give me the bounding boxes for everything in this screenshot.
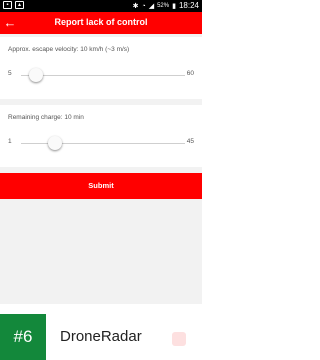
bluetooth-icon: ✱ (132, 3, 139, 10)
store-banner: #6 DroneRadar (0, 304, 202, 360)
app-bar: ← Report lack of control (0, 12, 202, 34)
battery-percent: 52% (157, 3, 170, 9)
charge-max: 45 (186, 138, 194, 145)
signal-icon: ◢ (148, 3, 155, 10)
status-bar: ▪ ▴ ✱ ◔ ◢ 52% ▮ 18:24 (0, 0, 202, 12)
page-title: Report lack of control (54, 17, 148, 27)
velocity-slider-card: Approx. escape velocity: 10 km/h (~3 m/s… (0, 37, 202, 99)
charge-label: Remaining charge: 10 min (8, 114, 84, 121)
screen: ▪ ▴ ✱ ◔ ◢ 52% ▮ 18:24 ← Report lack of c… (0, 0, 202, 360)
submit-button[interactable]: Submit (0, 173, 202, 199)
charge-slider-card: Remaining charge: 10 min 1 45 (0, 105, 202, 167)
charge-slider-thumb[interactable] (47, 136, 62, 150)
rank-badge: #6 (0, 314, 46, 360)
velocity-max: 60 (186, 70, 194, 77)
form-content: Approx. escape velocity: 10 km/h (~3 m/s… (0, 34, 202, 304)
charge-slider-track[interactable] (21, 136, 185, 150)
status-right: ✱ ◔ ◢ 52% ▮ 18:24 (133, 1, 199, 11)
velocity-min: 5 (8, 70, 12, 77)
wifi-icon: ◔ (141, 2, 146, 10)
faded-app-icon (172, 332, 186, 346)
app-name: DroneRadar (60, 328, 142, 345)
sim-icon: ▪ (3, 1, 12, 9)
clock: 18:24 (178, 1, 199, 10)
charge-min: 1 (8, 138, 12, 145)
velocity-slider-track[interactable] (21, 68, 185, 82)
battery-icon: ▮ (172, 3, 176, 10)
velocity-label: Approx. escape velocity: 10 km/h (~3 m/s… (8, 46, 130, 53)
status-left: ▪ ▴ (3, 1, 24, 9)
velocity-slider-thumb[interactable] (28, 68, 43, 82)
notification-icon: ▴ (15, 1, 24, 9)
